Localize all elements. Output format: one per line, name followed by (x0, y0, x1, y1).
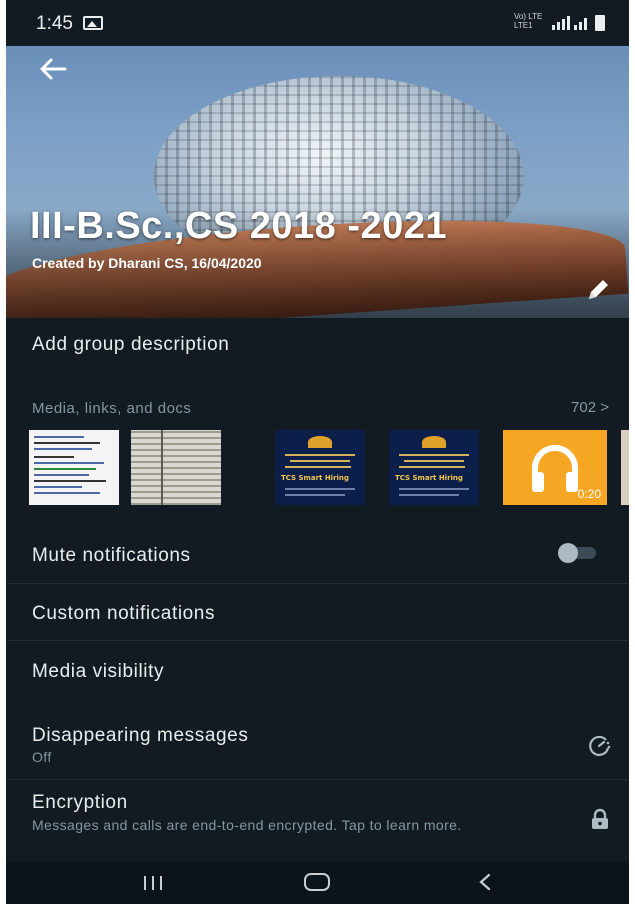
media-thumb-document[interactable] (29, 430, 119, 505)
media-visibility-label: Media visibility (32, 661, 165, 682)
media-thumb-partial[interactable] (621, 430, 629, 505)
headphones-icon (532, 445, 578, 492)
disappearing-messages-row[interactable]: Disappearing messages Off (6, 711, 629, 779)
mute-toggle[interactable] (558, 543, 596, 563)
network-type: Vo) LTE LTE1 (514, 12, 543, 30)
media-thumb-audio[interactable]: 0:20 (503, 430, 607, 505)
media-thumb-newspaper[interactable] (131, 430, 221, 505)
add-description-row[interactable]: Add group description (6, 318, 629, 368)
group-info-screen: 1:45 Vo) LTE LTE1 III-B.Sc.,CS 2018 -202… (6, 0, 629, 904)
media-thumbnails: TCS Smart Hiring TCS Smart Hiring 0:20 (29, 430, 629, 505)
mute-notifications-row[interactable]: Mute notifications (6, 526, 629, 583)
pencil-icon[interactable] (584, 276, 612, 304)
lock-icon (592, 808, 608, 829)
nav-back-icon[interactable] (478, 873, 492, 891)
back-arrow-icon[interactable] (38, 56, 68, 82)
poster-title: TCS Smart Hiring (281, 474, 349, 482)
group-name: III-B.Sc.,CS 2018 -2021 (30, 205, 448, 247)
encryption-row[interactable]: Encryption Messages and calls are end-to… (6, 780, 629, 862)
media-thumb-poster[interactable]: TCS Smart Hiring (275, 430, 365, 505)
media-heading: Media, links, and docs (32, 400, 192, 417)
group-created-info: Created by Dharani CS, 16/04/2020 (32, 255, 262, 271)
signal-icon (552, 16, 588, 30)
timer-icon (589, 735, 611, 757)
add-description-label: Add group description (32, 334, 230, 355)
mute-notifications-label: Mute notifications (32, 545, 191, 566)
media-visibility-row[interactable]: Media visibility (6, 641, 629, 697)
status-bar: 1:45 Vo) LTE LTE1 (6, 0, 629, 46)
encryption-label: Encryption (32, 792, 128, 813)
media-count-link[interactable]: 702 > (571, 399, 609, 416)
battery-icon (595, 15, 605, 31)
custom-notifications-label: Custom notifications (32, 603, 216, 624)
audio-duration: 0:20 (577, 487, 601, 501)
encryption-description: Messages and calls are end-to-end encryp… (32, 817, 462, 833)
android-nav-bar (6, 862, 629, 904)
gallery-notification-icon (83, 16, 103, 30)
disappearing-messages-label: Disappearing messages (32, 725, 249, 746)
disappearing-messages-value: Off (32, 749, 52, 765)
media-section: Media, links, and docs 702 > TCS Smart H… (6, 380, 629, 512)
home-icon[interactable] (304, 873, 330, 891)
recent-apps-icon[interactable] (144, 876, 164, 890)
status-time: 1:45 (36, 13, 73, 34)
media-thumb-poster[interactable]: TCS Smart Hiring (389, 430, 479, 505)
custom-notifications-row[interactable]: Custom notifications (6, 584, 629, 640)
group-photo[interactable] (6, 46, 629, 318)
poster-title: TCS Smart Hiring (395, 474, 463, 482)
